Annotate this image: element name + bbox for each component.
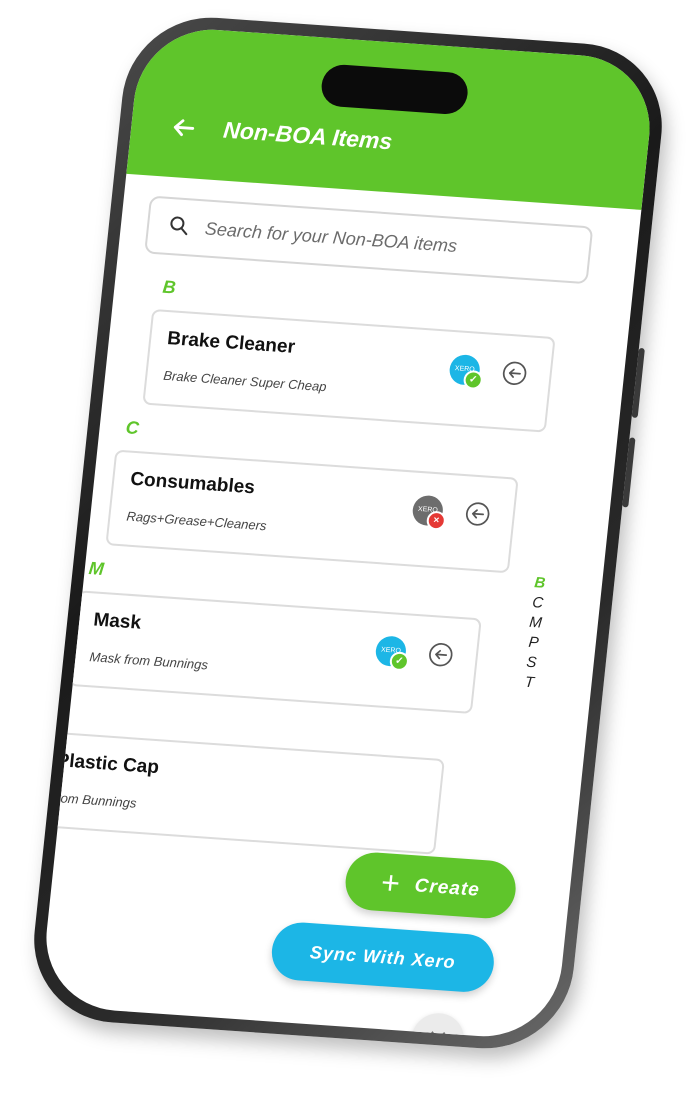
screen: Non-BOA Items BBrake CleanerBrake Cleane… (38, 24, 658, 1042)
app-bar: Non-BOA Items (126, 24, 658, 210)
sync-button-label: Sync With Xero (309, 941, 457, 972)
synced-check-icon: ✓ (388, 651, 410, 672)
index-letter-c[interactable]: C (527, 593, 549, 614)
item-title: Mask (92, 609, 143, 634)
index-letter-m[interactable]: M (525, 613, 547, 634)
item-card[interactable]: Plastic Cap from Bunnings (38, 730, 445, 855)
item-description: Mask from Bunnings (88, 649, 209, 673)
item-card[interactable]: Consumables Rags+Grease+Cleaners XERO × (105, 449, 519, 574)
synced-check-icon: ✓ (462, 369, 484, 391)
plus-icon: + (379, 863, 403, 901)
index-letter-p[interactable]: P (522, 633, 544, 654)
create-button[interactable]: + Create (342, 850, 519, 921)
stage: Non-BOA Items BBrake CleanerBrake Cleane… (0, 0, 688, 1117)
item-card[interactable]: Brake Cleaner Brake Cleaner Super Cheap XE… (142, 308, 556, 433)
not-synced-x-icon: × (425, 510, 447, 531)
search-input[interactable] (201, 211, 579, 272)
item-card[interactable]: Mask Mask from Bunnings XERO ✓ (68, 590, 482, 714)
create-button-label: Create (413, 874, 481, 901)
search-icon (166, 213, 192, 239)
close-icon: × (425, 1023, 451, 1042)
page-title: Non-BOA Items (222, 116, 394, 155)
item-description: Rags+Grease+Cleaners (125, 508, 268, 534)
section-b: B Brake Cleaner Brake Cleaner Super Cheap X… (142, 276, 615, 436)
volume-button (622, 437, 636, 508)
item-description: from Bunnings (51, 789, 138, 811)
circle-arrow-icon[interactable] (500, 360, 529, 388)
close-fab-button[interactable]: × (408, 1011, 467, 1042)
phone-frame: Non-BOA Items BBrake CleanerBrake Cleane… (25, 11, 671, 1055)
xero-logo-icon: XERO ✓ (448, 353, 484, 391)
item-description: Brake Cleaner Super Cheap (162, 367, 328, 395)
back-arrow-icon[interactable] (168, 113, 199, 143)
dynamic-island (319, 63, 470, 116)
sync-with-xero-button[interactable]: Sync With Xero (269, 920, 497, 994)
xero-logo-icon: XERO ✓ (374, 635, 410, 672)
index-letter-t[interactable]: T (518, 672, 540, 693)
index-letter-b[interactable]: B (529, 573, 551, 594)
section-p: P Plastic Cap from Bunnings (38, 698, 570, 863)
search-bar[interactable] (144, 195, 594, 285)
section-m: M Mask Mask from Bunnings XERO ✓ (68, 557, 586, 720)
item-title: Consumables (129, 468, 256, 499)
index-letter-s[interactable]: S (520, 652, 542, 673)
item-title: Brake Cleaner (166, 328, 296, 358)
section-c: C Consumables Rags+Grease+Cleaners XERO × (105, 417, 600, 579)
circle-arrow-icon[interactable] (426, 641, 455, 669)
circle-arrow-icon[interactable] (463, 500, 492, 528)
volume-button (631, 347, 645, 419)
xero-logo-icon: XERO × (411, 494, 447, 531)
item-title: Plastic Cap (55, 750, 160, 779)
